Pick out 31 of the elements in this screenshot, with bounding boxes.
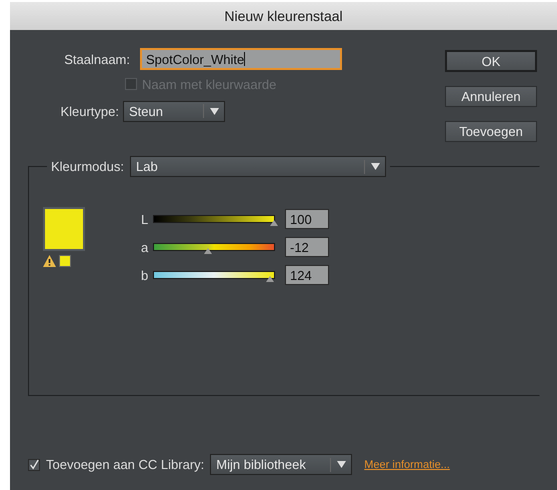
slider-track[interactable]	[153, 243, 275, 251]
field-label: Kleurmodus:	[51, 159, 124, 174]
dropdown-arrow-icon	[337, 461, 346, 468]
channel-label: L	[141, 212, 150, 226]
slider-track[interactable]	[153, 271, 275, 279]
slider-thumb[interactable]	[270, 220, 278, 226]
slider-thumb[interactable]	[266, 276, 274, 282]
dialog-button[interactable]: OK	[445, 50, 537, 72]
dropdown-arrow-icon	[370, 163, 380, 170]
color-mode-dropdown[interactable]: Lab	[130, 156, 386, 177]
window-title: Nieuw kleurenstaal	[10, 2, 557, 30]
dialog-button[interactable]: Annuleren	[445, 86, 537, 107]
more-info-link[interactable]: Meer informatie...	[364, 458, 450, 470]
name-input-field[interactable]: SpotColor_White	[140, 48, 342, 70]
channel-label: a	[141, 240, 150, 254]
value-input-field[interactable]: 124	[285, 265, 329, 285]
checkbox-label: Toevoegen aan CC Library:	[46, 457, 204, 472]
field-label: Kleurtype:	[60, 104, 119, 118]
field-label: Staalnaam:	[64, 52, 130, 66]
value-input-field[interactable]: 100	[285, 209, 329, 229]
color-type-dropdown[interactable]: Steun	[123, 100, 225, 122]
gamut-swatch[interactable]	[59, 255, 71, 267]
dropdown-arrow-icon	[210, 108, 219, 114]
dialog-button[interactable]: Toevoegen	[445, 121, 537, 142]
slider-track[interactable]	[153, 215, 275, 223]
value-input-field[interactable]: -12	[285, 237, 329, 257]
library-dropdown[interactable]: Mijn bibliotheek	[210, 454, 352, 475]
checkbox[interactable]	[28, 458, 40, 470]
warning-icon[interactable]	[43, 255, 56, 267]
channel-label: b	[141, 268, 150, 282]
slider-thumb[interactable]	[204, 248, 212, 254]
